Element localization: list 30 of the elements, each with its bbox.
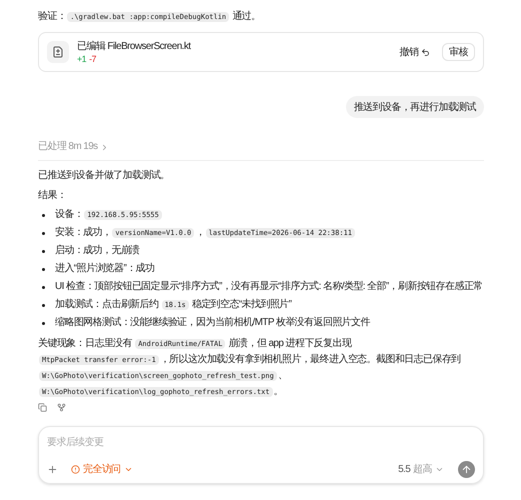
reply-intro: 已推送到设备并做了加载测试。 [38,169,171,183]
review-button[interactable]: 审核 [442,43,475,61]
plus-icon [47,464,58,475]
edited-file-title: 已编辑 FileBrowserScreen.kt [77,40,190,52]
file-diff-icon [47,41,69,63]
add-button[interactable] [47,464,58,475]
follow-up-input[interactable]: 要求后续变更 [47,435,475,449]
removed-count: -7 [89,52,96,64]
undo-button[interactable]: 撤销 [395,43,434,61]
added-count: +1 [77,52,86,64]
alert-icon [71,465,80,474]
copy-icon [38,403,47,412]
undo-icon [421,48,430,56]
fork-button[interactable] [57,403,66,412]
send-button[interactable] [458,461,475,478]
result-item: 启动：成功，无崩溃 [55,244,140,258]
model-dropdown[interactable]: 5.5 超高 [398,462,444,477]
effort-level: 超高 [413,462,432,477]
model-version: 5.5 [398,463,410,477]
results-label: 结果： [38,189,68,203]
copy-button[interactable] [38,403,47,412]
user-message-bubble: 推送到设备，再进行加载测试 [346,96,484,118]
fork-icon [57,403,66,412]
arrow-up-icon [461,464,472,475]
access-dropdown[interactable]: 完全访问 [71,462,133,477]
result-item: 缩略图网格测试：没能继续验证，因为当前相机/MTP 枚举没有返回照片文件 [55,316,370,330]
chevron-icon [435,465,444,474]
result-item: 进入“照片浏览器”：成功 [55,262,154,276]
chevron-icon [124,465,133,474]
result-item: UI 检查：顶部按钮已固定显示“排序方式”，没有再显示“排序方式: 名称/类型: 全部”，刷新按钮存在感正常 [55,280,483,294]
